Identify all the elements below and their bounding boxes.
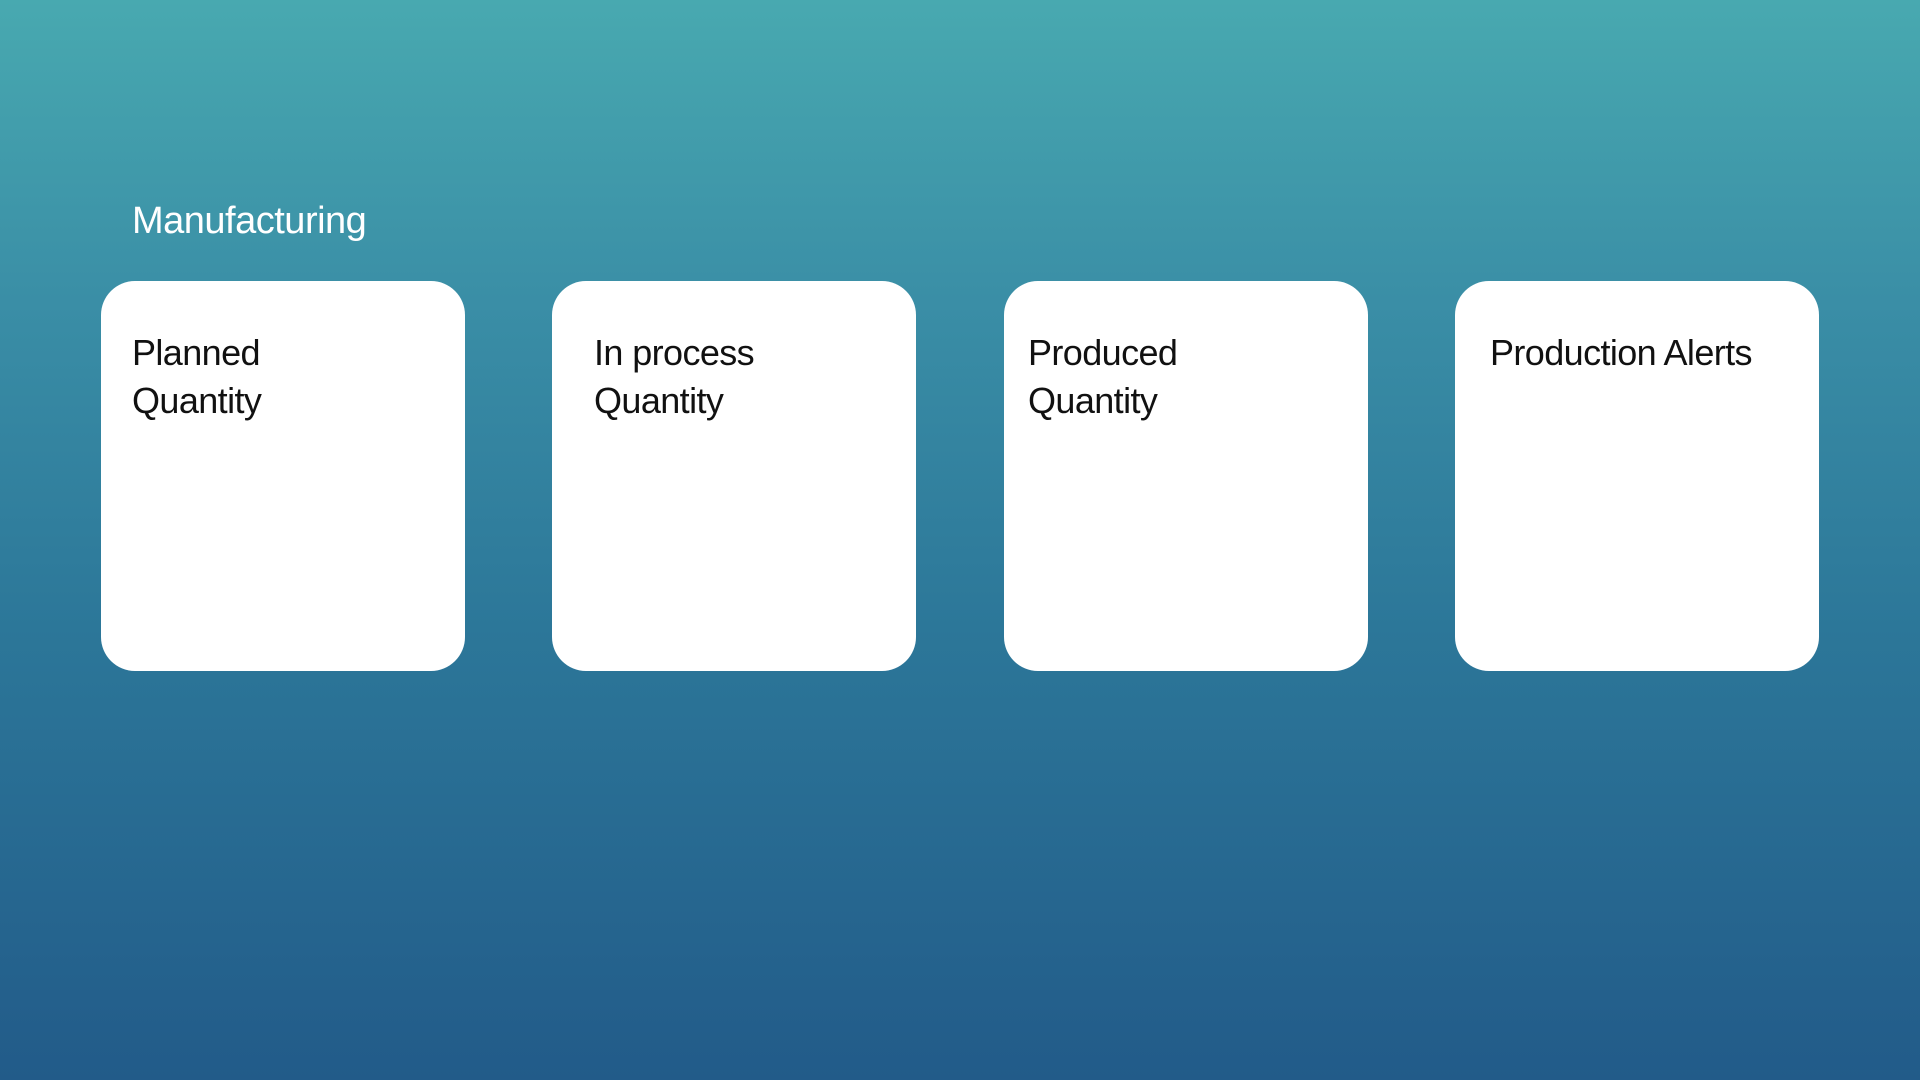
card-title-line: Quantity — [1028, 380, 1158, 421]
card-title-line: Produced — [1028, 332, 1178, 373]
card-title: Planned Quantity — [132, 329, 262, 425]
section-title: Manufacturing — [132, 200, 367, 242]
card-title: In process Quantity — [594, 329, 755, 425]
card-title-line: Quantity — [594, 380, 724, 421]
card-title-line: Quantity — [132, 380, 262, 421]
card-title: Production Alerts — [1490, 329, 1753, 377]
produced-quantity-card[interactable]: Produced Quantity — [1004, 281, 1368, 671]
in-process-quantity-card[interactable]: In process Quantity — [552, 281, 916, 671]
card-title-line: In process — [594, 332, 755, 373]
card-title-line: Production Alerts — [1490, 332, 1753, 373]
card-title-line: Planned — [132, 332, 261, 373]
card-title: Produced Quantity — [1028, 329, 1178, 425]
planned-quantity-card[interactable]: Planned Quantity — [101, 281, 465, 671]
production-alerts-card[interactable]: Production Alerts — [1455, 281, 1819, 671]
